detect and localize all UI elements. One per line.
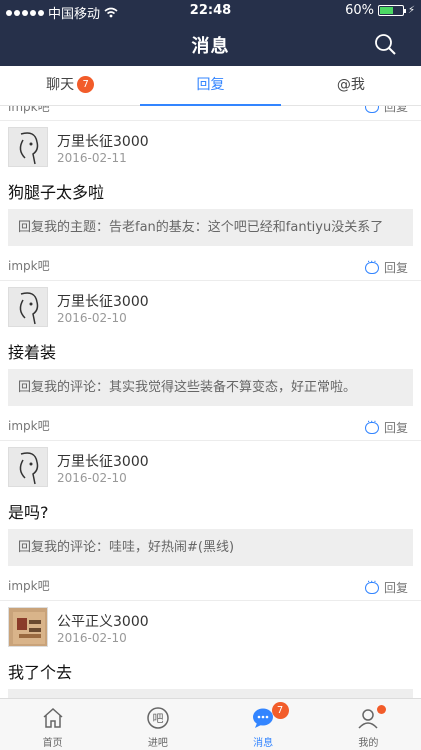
avatar[interactable] (8, 287, 48, 327)
reply-button[interactable]: 回复 (364, 106, 408, 115)
username[interactable]: 万里长征3000 (57, 131, 149, 151)
bottom-tab-bar: 首页 吧 进吧 7 消息 我的 (0, 698, 421, 750)
username[interactable]: 万里长征3000 (57, 451, 149, 471)
list-item-partial: impk吧 回复 (0, 106, 421, 116)
reply-content: 是吗? (8, 503, 49, 522)
avatar[interactable] (8, 127, 48, 167)
quoted-post[interactable]: 回复我的评论：其实我觉得这些装备不算变态，好正常啦。 (8, 369, 413, 406)
username[interactable]: 公平正义3000 (57, 611, 149, 631)
avatar[interactable] (8, 447, 48, 487)
charging-icon: ⚡ (407, 5, 415, 16)
reply-label: 回复 (383, 106, 408, 114)
tab-mention-label: @我 (336, 77, 365, 93)
forum-icon: 吧 (147, 707, 169, 729)
top-bar: 中国移动 22:48 60% ⚡ 消息 (0, 0, 421, 66)
home-icon (43, 707, 63, 728)
post-date: 2016-02-10 (57, 471, 127, 485)
reply-button[interactable]: 回复 (364, 417, 408, 436)
notification-dot (376, 705, 386, 714)
reply-content: 狗腿子太多啦 (8, 183, 105, 202)
list-item[interactable]: 公平正义3000 2016-02-10 我了个去 (0, 600, 421, 698)
reply-label: 回复 (383, 581, 408, 595)
message-tabs: 聊天 7 回复 @我 (0, 66, 421, 106)
reply-button[interactable]: 回复 (364, 257, 408, 276)
battery-icon (377, 5, 406, 16)
reply-label: 回复 (383, 261, 408, 275)
username[interactable]: 万里长征3000 (57, 291, 149, 311)
forum-name[interactable]: impk吧 (8, 257, 50, 274)
avatar[interactable] (8, 607, 48, 647)
forum-name[interactable]: impk吧 (8, 106, 50, 115)
search-icon[interactable] (373, 32, 397, 56)
bottom-tab-forum[interactable]: 吧 进吧 (105, 699, 210, 750)
comment-icon (364, 577, 379, 594)
status-right: 60% ⚡ (345, 3, 415, 18)
reply-button[interactable]: 回复 (364, 577, 408, 596)
list-item[interactable]: 万里长征3000 2016-02-10 是吗? 回复我的评论：哇哇，好热闹#(黑… (0, 440, 421, 600)
quoted-post[interactable]: 回复我的主题：告老fan的基友：这个吧已经和fantiyu没关系了 (8, 209, 413, 246)
unread-badge: 7 (271, 702, 289, 719)
forum-name[interactable]: impk吧 (8, 417, 50, 434)
list-item[interactable]: 万里长征3000 2016-02-10 接着装 回复我的评论：其实我觉得这些装备… (0, 280, 421, 440)
list-item[interactable]: 万里长征3000 2016-02-11 狗腿子太多啦 回复我的主题：告老fan的… (0, 120, 421, 280)
comment-icon (364, 106, 379, 113)
post-date: 2016-02-10 (57, 311, 127, 325)
tab-chat[interactable]: 聊天 7 (0, 66, 140, 105)
bottom-tab-home[interactable]: 首页 (0, 699, 105, 750)
bottom-tab-label: 进吧 (147, 738, 168, 749)
comment-icon (364, 257, 379, 274)
quoted-post[interactable]: 回复我的评论：哇哇，好热闹#(黑线) (8, 529, 413, 566)
quoted-post[interactable] (8, 689, 413, 698)
svg-text:吧: 吧 (152, 712, 163, 725)
tab-chat-label: 聊天 (46, 77, 75, 93)
tab-reply[interactable]: 回复 (140, 66, 281, 106)
comment-icon (364, 417, 379, 434)
reply-content: 我了个去 (8, 663, 73, 682)
reply-list: impk吧 回复 万里长征3000 2016-02-11 狗腿子太多啦 回复我的… (0, 106, 421, 698)
reply-label: 回复 (383, 421, 408, 435)
tab-reply-label: 回复 (196, 77, 225, 93)
post-date: 2016-02-11 (57, 151, 127, 165)
bottom-tab-profile[interactable]: 我的 (316, 699, 421, 750)
post-date: 2016-02-10 (57, 631, 127, 645)
bottom-tab-label: 我的 (358, 738, 379, 749)
reply-content: 接着装 (8, 343, 57, 362)
status-bar: 中国移动 22:48 60% ⚡ (0, 0, 421, 22)
bottom-tab-messages[interactable]: 7 消息 (211, 699, 316, 750)
page-title: 消息 (191, 36, 230, 57)
unread-badge: 7 (77, 76, 95, 93)
forum-name[interactable]: impk吧 (8, 577, 50, 594)
tab-mention[interactable]: @我 (281, 66, 421, 105)
battery-percent: 60% (345, 3, 374, 18)
bottom-tab-label: 首页 (42, 738, 63, 749)
bottom-tab-label: 消息 (253, 738, 274, 749)
